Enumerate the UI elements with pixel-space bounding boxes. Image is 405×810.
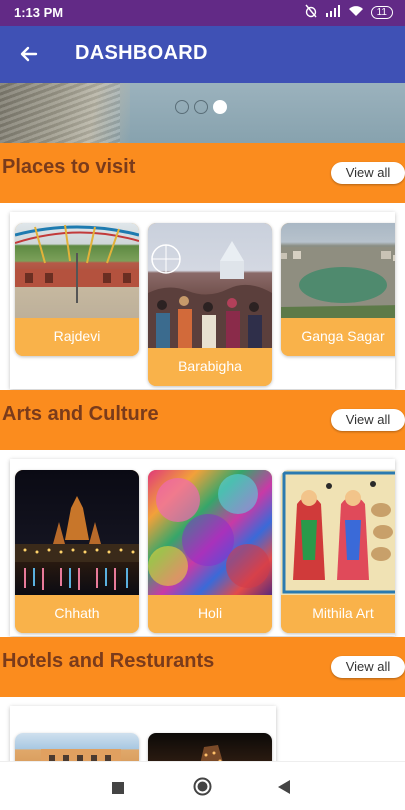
page-title: DASHBOARD [75,42,208,64]
alarm-off-icon [304,4,318,21]
status-bar: 1:13 PM 11 [0,0,405,26]
carousel-dot[interactable] [175,100,189,114]
card-label: Barabigha [148,348,272,386]
view-all-button[interactable]: View all [331,162,405,184]
section-places-header: Places to visit View all [0,143,405,203]
section-title: Hotels and Resturants [2,650,215,672]
section-title: Places to visit [2,156,136,178]
arts-card-row[interactable]: Chhath Holi Mithila Art [10,459,395,636]
system-nav-bar [0,761,405,810]
card-label: Ganga Sagar [281,318,395,356]
signal-icon [325,5,341,20]
status-icons: 11 [304,4,393,21]
recents-button[interactable] [112,781,124,799]
battery-icon: 11 [370,6,393,19]
card-label: Holi [148,595,272,633]
back-button[interactable] [278,780,290,799]
rajdevi-image [15,223,139,318]
section-hotels-header: Hotels and Resturants View all [0,637,405,697]
status-time: 1:13 PM [14,5,64,20]
ganga-sagar-image [281,223,395,318]
place-card-ganga-sagar[interactable]: Ganga Sagar [281,223,395,356]
holi-image [148,470,272,595]
place-card-barabigha[interactable]: Barabigha [148,223,272,386]
barabigha-image [148,223,272,348]
carousel-dot[interactable] [194,100,208,114]
banner-carousel[interactable] [0,83,405,143]
carousel-indicator [175,100,227,114]
mithila-art-image [281,470,395,595]
culture-card-holi[interactable]: Holi [148,470,272,633]
back-arrow-icon[interactable] [16,41,42,67]
view-all-button[interactable]: View all [331,656,405,678]
banner-steps-texture [0,83,120,143]
section-arts-header: Arts and Culture View all [0,390,405,450]
section-title: Arts and Culture [2,403,159,425]
culture-card-mithila-art[interactable]: Mithila Art [281,470,395,633]
home-button[interactable] [193,777,212,801]
view-all-button[interactable]: View all [331,409,405,431]
card-label: Chhath [15,595,139,633]
card-label: Mithila Art [281,595,395,633]
app-bar: DASHBOARD [0,26,405,83]
carousel-dot-active[interactable] [213,100,227,114]
card-label: Rajdevi [15,318,139,356]
wifi-icon [348,5,364,20]
culture-card-chhath[interactable]: Chhath [15,470,139,633]
place-card-rajdevi[interactable]: Rajdevi [15,223,139,356]
hotels-card-row[interactable] [10,706,276,766]
places-card-row[interactable]: Rajdevi Barabigha Ganga Sagar [10,212,395,389]
chhath-image [15,470,139,595]
